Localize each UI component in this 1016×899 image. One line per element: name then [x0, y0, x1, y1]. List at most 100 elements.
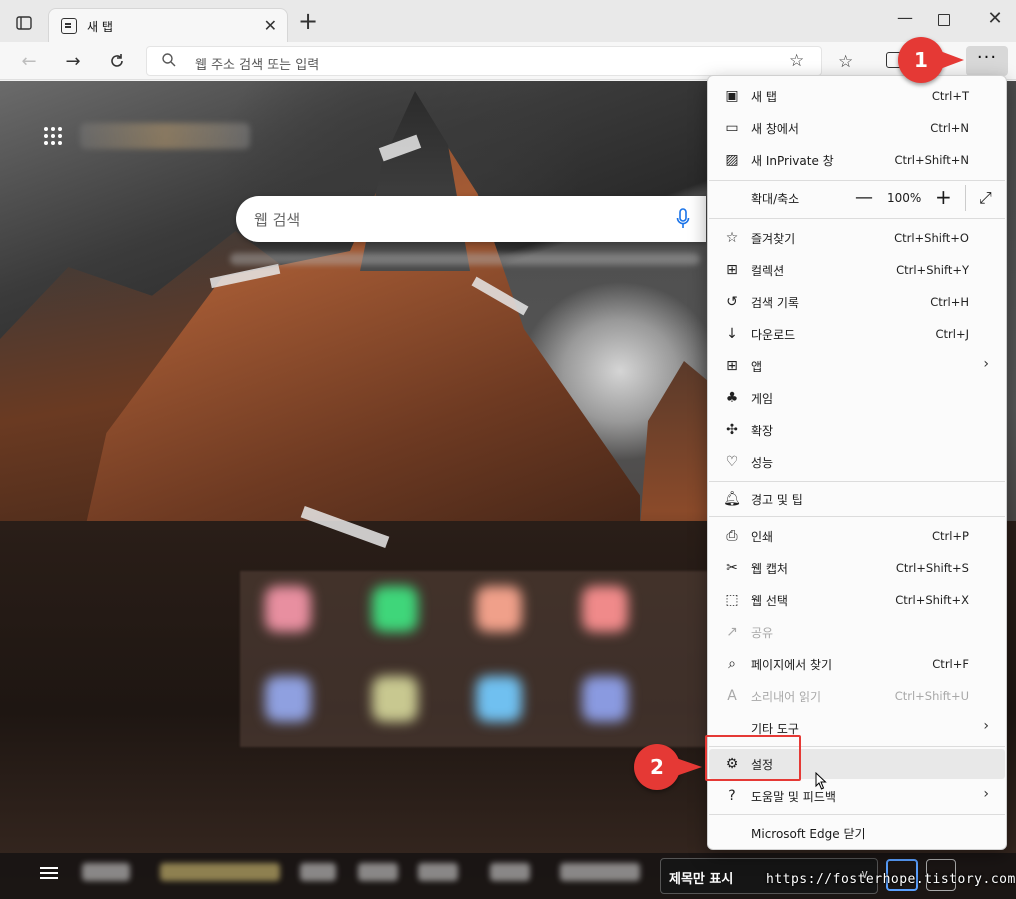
forward-button[interactable]: → — [60, 48, 86, 74]
add-favorite-icon[interactable]: ☆ — [789, 51, 809, 71]
layout-select-value: 제목만 표시 — [669, 872, 734, 887]
menu-item-label: 웹 캡처 — [751, 562, 788, 576]
menu-item-help[interactable]: ? 도움말 및 피드백 › — [709, 781, 1005, 811]
menu-separator — [709, 180, 1005, 181]
menu-item-performance[interactable]: ♡ 성능 — [709, 447, 1005, 477]
quick-link-tile[interactable] — [372, 586, 418, 632]
blurred-feed-tab[interactable] — [160, 863, 280, 881]
menu-item-label: 확장 — [751, 424, 774, 438]
blurred-links — [230, 253, 700, 265]
menu-item-share: ↗ 공유 — [709, 617, 1005, 647]
menu-separator — [709, 218, 1005, 219]
collections-icon: ⊞ — [726, 262, 738, 278]
step-badge-2: 2 — [634, 744, 702, 790]
menu-item-favorites[interactable]: ☆ 즐겨찾기 Ctrl+Shift+O — [709, 223, 1005, 253]
favorites-icon[interactable]: ☆ — [838, 52, 853, 72]
chevron-right-icon: › — [983, 356, 989, 372]
menu-item-find[interactable]: ⌕ 페이지에서 찾기 Ctrl+F — [709, 649, 1005, 679]
menu-item-label: 성능 — [751, 456, 774, 470]
blurred-feed-tab[interactable] — [560, 863, 640, 881]
quick-link-tile[interactable] — [265, 676, 311, 722]
background-peak — [360, 91, 470, 271]
settings-highlight-box — [705, 735, 801, 781]
menu-item-new-tab[interactable]: ▣ 새 탭 Ctrl+T — [709, 81, 1005, 111]
menu-item-shortcut: Ctrl+H — [930, 295, 969, 309]
menu-item-label: 즐겨찾기 — [751, 232, 796, 246]
menu-item-games[interactable]: ♣ 게임 — [709, 383, 1005, 413]
tab-new-tab[interactable]: 새 탭 ✕ — [48, 8, 288, 42]
menu-item-shortcut: Ctrl+P — [931, 529, 969, 543]
menu-item-apps[interactable]: ⊞ 앱 › — [709, 351, 1005, 381]
web-capture-icon: ✂ — [726, 560, 738, 576]
menu-item-new-window[interactable]: ▭ 새 창에서 Ctrl+N — [709, 113, 1005, 143]
address-placeholder: 웹 주소 검색 또는 입력 — [195, 58, 320, 73]
app-launcher-icon[interactable] — [44, 127, 62, 145]
tab-close-icon[interactable]: ✕ — [264, 16, 277, 35]
search-icon — [161, 52, 179, 70]
menu-item-label: 검색 기록 — [751, 296, 799, 310]
menu-item-web-select[interactable]: ⬚ 웹 선택 Ctrl+Shift+X — [709, 585, 1005, 615]
quick-link-tile[interactable] — [476, 676, 522, 722]
menu-item-shortcut: Ctrl+Shift+U — [894, 689, 969, 703]
menu-item-label: 새 InPrivate 창 — [751, 154, 834, 168]
minimize-button[interactable]: — — [893, 8, 917, 32]
share-icon: ↗ — [726, 624, 738, 640]
menu-icon[interactable] — [40, 867, 58, 879]
extensions-icon: ✣ — [726, 422, 738, 438]
menu-item-shortcut: Ctrl+F — [932, 657, 969, 671]
quick-link-tile[interactable] — [582, 586, 628, 632]
menu-item-close-edge[interactable]: Microsoft Edge 닫기 — [709, 818, 1005, 848]
settings-and-more-menu: ▣ 새 탭 Ctrl+T ▭ 새 창에서 Ctrl+N ▨ 새 InPrivat… — [707, 75, 1007, 850]
quick-link-tile[interactable] — [372, 676, 418, 722]
new-window-icon: ▭ — [725, 120, 739, 136]
blurred-feed-tab[interactable] — [418, 863, 458, 881]
settings-and-more-button[interactable]: ··· — [966, 46, 1008, 76]
zoom-in-button[interactable]: + — [935, 185, 952, 209]
search-placeholder: 웹 검색 — [254, 211, 301, 229]
menu-item-alerts[interactable]: 🔔︎ 경고 및 팁 — [709, 484, 1005, 514]
menu-item-shortcut: Ctrl+Shift+S — [895, 561, 969, 575]
menu-item-web-capture[interactable]: ✂ 웹 캡처 Ctrl+Shift+S — [709, 553, 1005, 583]
menu-item-label: 다운로드 — [751, 328, 796, 342]
games-icon: ♣ — [725, 390, 739, 406]
maximize-button[interactable] — [938, 14, 950, 26]
microphone-icon[interactable] — [676, 208, 690, 230]
menu-item-collections[interactable]: ⊞ 컬렉션 Ctrl+Shift+Y — [709, 255, 1005, 285]
apps-icon: ⊞ — [726, 358, 738, 374]
tab-title: 새 탭 — [87, 20, 113, 34]
find-icon: ⌕ — [728, 656, 736, 672]
address-bar[interactable]: 웹 주소 검색 또는 입력 ☆ — [146, 46, 822, 76]
watermark: https://fosterhope.tistory.com — [766, 872, 1016, 887]
tab-actions-icon[interactable] — [12, 11, 36, 35]
menu-item-label: 웹 선택 — [751, 594, 788, 608]
step-badge-1: 1 — [898, 37, 964, 83]
quick-link-tile[interactable] — [265, 586, 311, 632]
menu-separator — [709, 516, 1005, 517]
menu-item-shortcut: Ctrl+Shift+O — [894, 231, 969, 245]
zoom-out-button[interactable]: — — [855, 187, 873, 208]
blurred-feed-tab[interactable] — [490, 863, 530, 881]
print-icon: ⎙ — [726, 528, 738, 544]
web-search-box[interactable]: 웹 검색 — [236, 196, 706, 242]
quick-link-tile[interactable] — [582, 676, 628, 722]
window-close-button[interactable]: ✕ — [983, 8, 1007, 32]
menu-item-print[interactable]: ⎙ 인쇄 Ctrl+P — [709, 521, 1005, 551]
inprivate-icon: ▨ — [725, 152, 739, 168]
menu-item-history[interactable]: ↺ 검색 기록 Ctrl+H — [709, 287, 1005, 317]
back-button[interactable]: ← — [16, 48, 42, 74]
menu-item-label: 컬렉션 — [751, 264, 785, 278]
blurred-feed-tab[interactable] — [300, 863, 336, 881]
menu-item-inprivate[interactable]: ▨ 새 InPrivate 창 Ctrl+Shift+N — [709, 145, 1005, 175]
fullscreen-icon[interactable]: ⤢ — [979, 188, 992, 208]
reload-button[interactable] — [104, 48, 130, 74]
blurred-feed-tab[interactable] — [358, 863, 398, 881]
menu-item-downloads[interactable]: ↓ 다운로드 Ctrl+J — [709, 319, 1005, 349]
menu-item-shortcut: Ctrl+T — [931, 89, 969, 103]
menu-item-label: 새 창에서 — [751, 122, 799, 136]
quick-link-tile[interactable] — [476, 586, 522, 632]
menu-item-extensions[interactable]: ✣ 확장 — [709, 415, 1005, 445]
blurred-feed-tab[interactable] — [82, 863, 130, 881]
new-tab-button[interactable]: + — [296, 9, 320, 34]
menu-item-shortcut: Ctrl+Shift+N — [894, 153, 969, 167]
bell-icon: 🔔︎ — [723, 491, 741, 507]
